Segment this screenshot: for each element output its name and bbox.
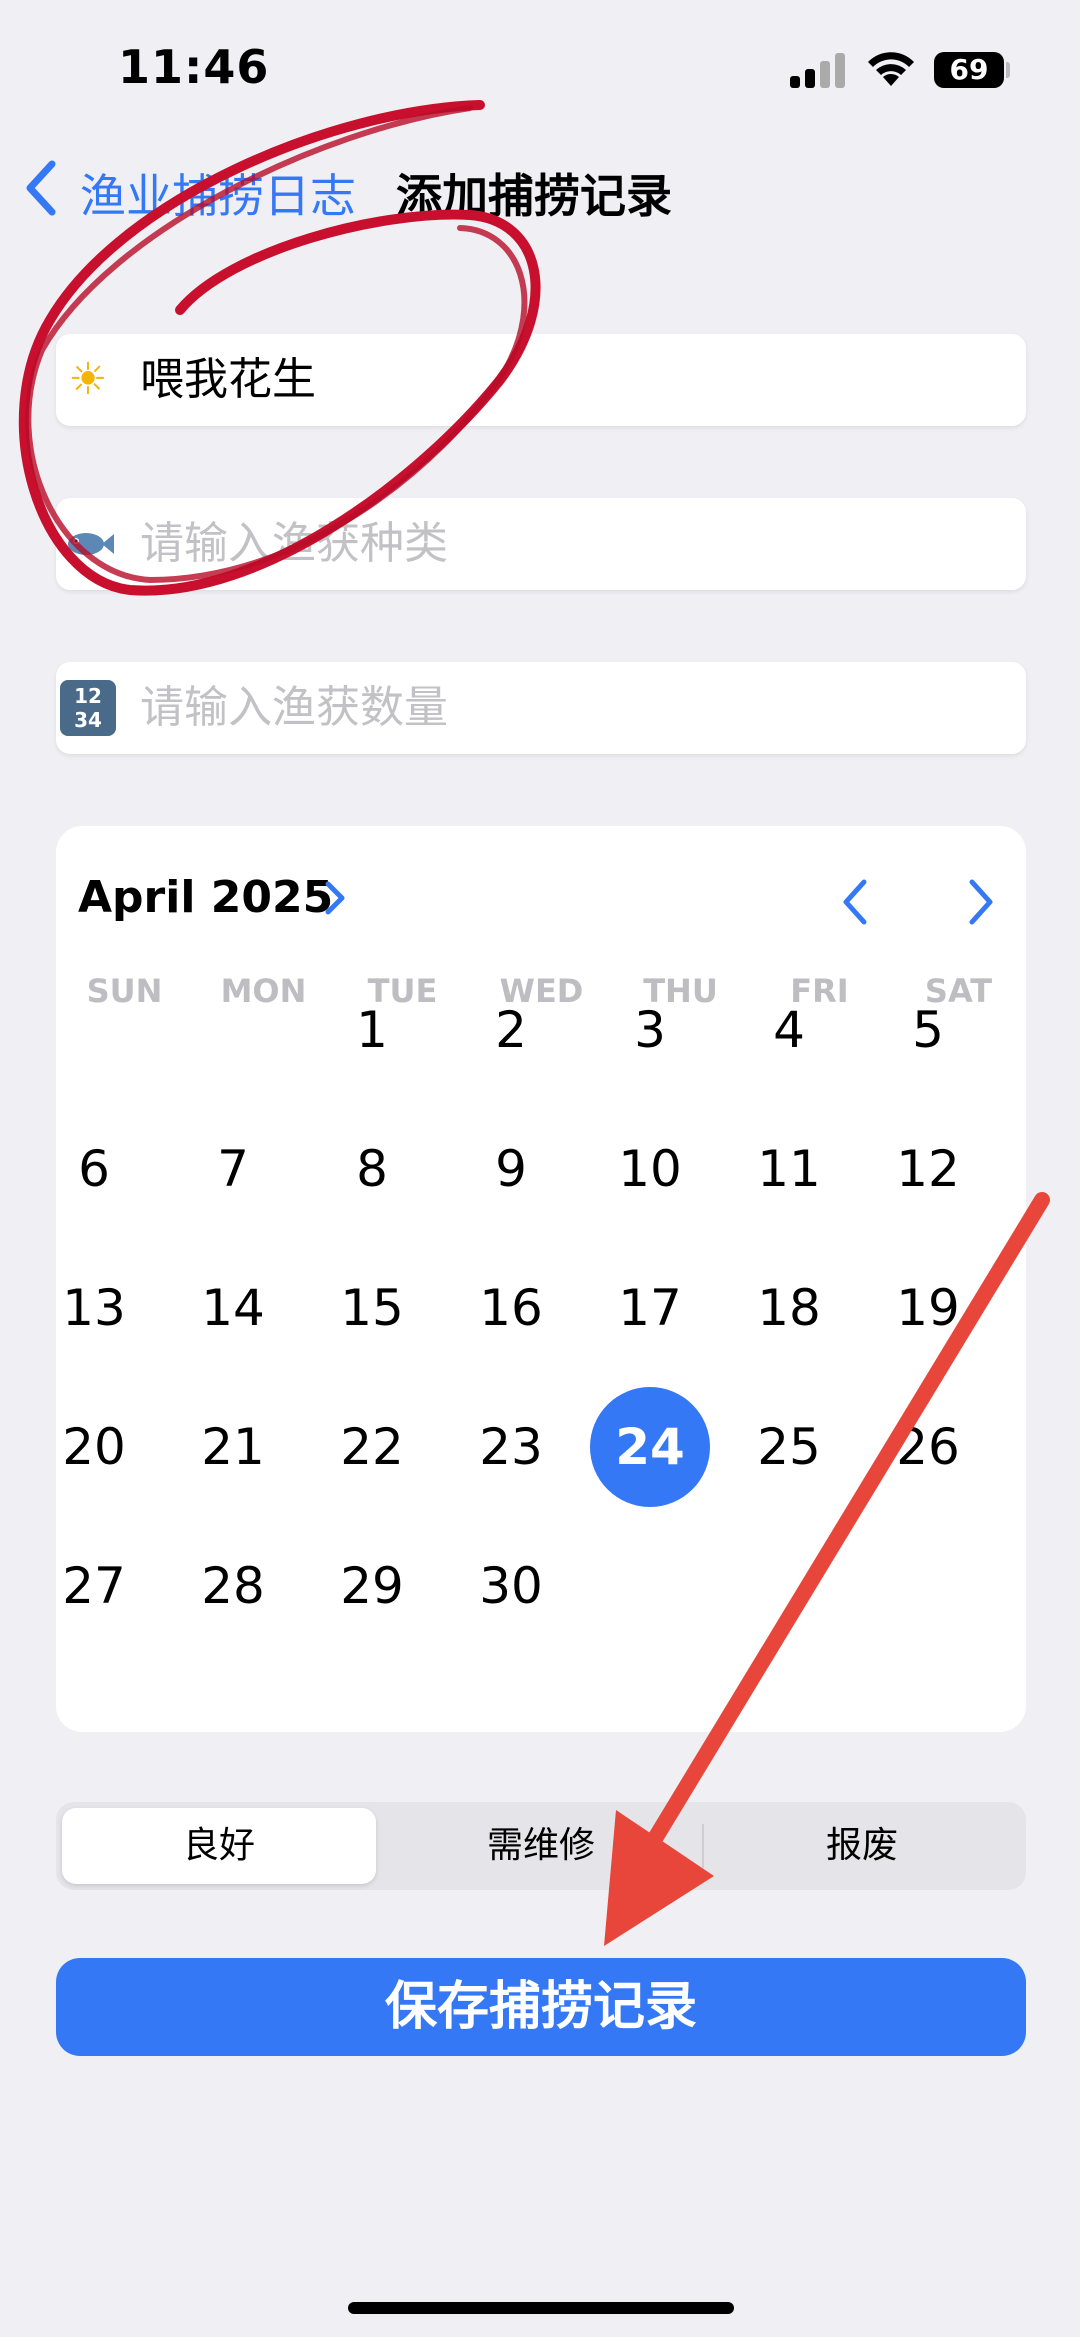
species-field[interactable]: 请输入渔获种类 xyxy=(56,498,1026,590)
name-field-value[interactable]: 喂我花生 xyxy=(140,352,316,408)
calendar-day[interactable]: 21 xyxy=(173,1387,293,1507)
segment-good[interactable]: 良好 xyxy=(62,1808,376,1884)
previous-month-button[interactable] xyxy=(836,876,876,928)
calendar-day[interactable]: 27 xyxy=(34,1526,154,1646)
segment-scrapped[interactable]: 报废 xyxy=(704,1808,1020,1884)
numbers-icon: 12 34 xyxy=(60,680,116,736)
page-title: 添加捕捞记录 xyxy=(396,169,672,223)
home-indicator xyxy=(348,2302,734,2314)
fish-icon xyxy=(60,516,116,572)
calendar-day[interactable]: 19 xyxy=(868,1248,988,1368)
chevron-right-icon[interactable] xyxy=(320,878,350,918)
calendar-day[interactable]: 13 xyxy=(34,1248,154,1368)
status-time: 11:46 xyxy=(118,40,270,94)
calendar-day[interactable]: 6 xyxy=(34,1109,154,1229)
calendar-day[interactable]: 8 xyxy=(312,1109,432,1229)
calendar-day[interactable]: 1 xyxy=(312,970,432,1090)
calendar-day[interactable]: 3 xyxy=(590,970,710,1090)
segment-needs-repair[interactable]: 需维修 xyxy=(382,1808,700,1884)
calendar-day[interactable]: 28 xyxy=(173,1526,293,1646)
calendar-day[interactable]: 11 xyxy=(729,1109,849,1229)
calendar-day[interactable]: 7 xyxy=(173,1109,293,1229)
back-button[interactable]: 渔业捕捞日志 xyxy=(80,160,356,226)
calendar-day[interactable]: 10 xyxy=(590,1109,710,1229)
calendar-day[interactable]: 9 xyxy=(451,1109,571,1229)
calendar-day[interactable]: 29 xyxy=(312,1526,432,1646)
save-button[interactable]: 保存捕捞记录 xyxy=(56,1958,1026,2056)
weekday-label: SUN xyxy=(86,972,163,1010)
condition-segmented-control[interactable]: 良好 需维修 报废 xyxy=(56,1802,1026,1890)
calendar-day[interactable]: 2 xyxy=(451,970,571,1090)
calendar-day[interactable]: 23 xyxy=(451,1387,571,1507)
sun-icon: ☀ xyxy=(68,354,108,405)
name-field[interactable]: ☀ 喂我花生 xyxy=(56,334,1026,426)
species-field-placeholder[interactable]: 请输入渔获种类 xyxy=(140,516,448,572)
calendar-day[interactable]: 15 xyxy=(312,1248,432,1368)
calendar-day[interactable]: 14 xyxy=(173,1248,293,1368)
calendar-month-label[interactable]: April 2025 xyxy=(78,872,333,923)
calendar-day[interactable]: 26 xyxy=(868,1387,988,1507)
date-picker[interactable]: April 2025 SUN MON TUE WED THU FRI SAT 1… xyxy=(56,826,1026,1732)
quantity-field-placeholder[interactable]: 请输入渔获数量 xyxy=(140,680,448,736)
calendar-day[interactable]: 18 xyxy=(729,1248,849,1368)
calendar-day[interactable]: 12 xyxy=(868,1109,988,1229)
calendar-day[interactable]: 4 xyxy=(729,970,849,1090)
calendar-day[interactable]: 17 xyxy=(590,1248,710,1368)
calendar-day[interactable]: 30 xyxy=(451,1526,571,1646)
battery-tip xyxy=(1006,62,1010,78)
calendar-day[interactable]: 25 xyxy=(729,1387,849,1507)
wifi-icon xyxy=(868,52,914,86)
cellular-signal-icon xyxy=(790,52,848,88)
calendar-day[interactable]: 16 xyxy=(451,1248,571,1368)
calendar-day[interactable]: 5 xyxy=(868,970,988,1090)
quantity-field[interactable]: 12 34 请输入渔获数量 xyxy=(56,662,1026,754)
battery-icon: 69 xyxy=(934,52,1004,88)
next-month-button[interactable] xyxy=(960,876,1000,928)
calendar-day[interactable]: 22 xyxy=(312,1387,432,1507)
back-chevron-icon[interactable] xyxy=(22,158,62,218)
calendar-day[interactable]: 20 xyxy=(34,1387,154,1507)
calendar-day-selected[interactable]: 24 xyxy=(590,1387,710,1507)
